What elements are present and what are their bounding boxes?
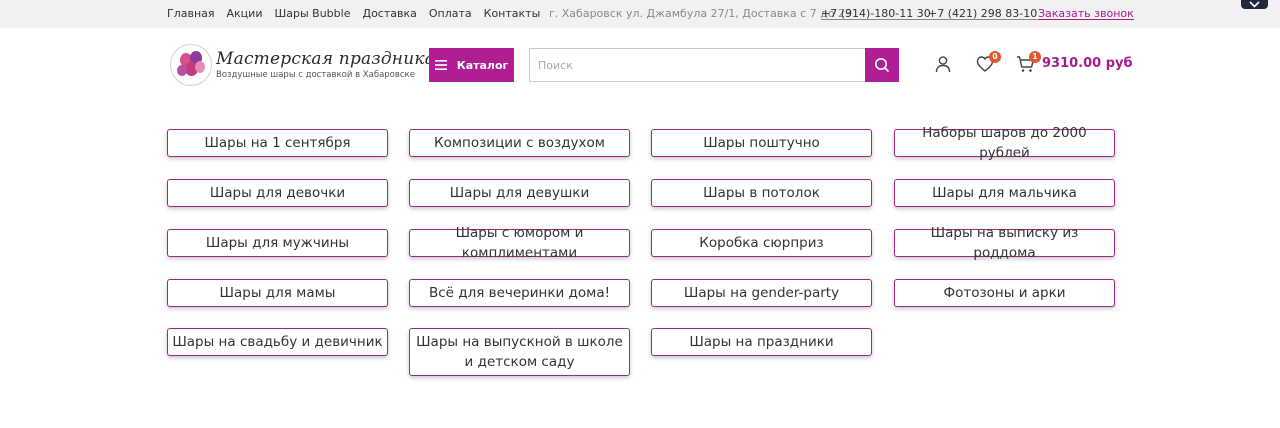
category-button[interactable]: Шары на gender-party: [651, 279, 872, 307]
search-input[interactable]: [529, 48, 866, 82]
category-button[interactable]: Шары на выписку из роддома: [894, 225, 1115, 261]
category-button[interactable]: Наборы шаров до 2000 рублей: [894, 125, 1115, 161]
catalog-button-label: Каталог: [456, 58, 509, 72]
category-button[interactable]: Шары для девочки: [167, 179, 388, 207]
category-button[interactable]: Шары на свадьбу и девичник: [167, 328, 388, 356]
category-button[interactable]: Шары для мальчика: [894, 179, 1115, 207]
favorites-count-badge: 0: [989, 51, 1001, 63]
cart-total[interactable]: 9310.00 руб: [1042, 56, 1133, 71]
top-nav: Главная Акции Шары Bubble Доставка Оплат…: [167, 7, 540, 20]
search-icon: [875, 58, 890, 73]
category-button[interactable]: Шары с юмором и комплиментами: [409, 225, 630, 261]
catalog-button[interactable]: Каталог: [429, 48, 514, 82]
balloons-logo-icon: [170, 44, 212, 86]
nav-link-payment[interactable]: Оплата: [429, 7, 472, 20]
collapse-toggle[interactable]: [1241, 0, 1268, 9]
phone-link-mobile[interactable]: +7 (914)-180-11 30: [821, 7, 931, 20]
user-icon[interactable]: [934, 55, 952, 73]
chevron-down-icon: [1249, 1, 1260, 8]
callback-request-link[interactable]: Заказать звонок: [1038, 7, 1134, 20]
category-button[interactable]: Шары на 1 сентября: [167, 129, 388, 157]
nav-link-contacts[interactable]: Контакты: [484, 7, 541, 20]
top-bar: Главная Акции Шары Bubble Доставка Оплат…: [0, 0, 1280, 28]
nav-link-promotions[interactable]: Акции: [227, 7, 263, 20]
category-button[interactable]: Фотозоны и арки: [894, 279, 1115, 307]
category-button[interactable]: Шары для девушки: [409, 179, 630, 207]
cart-count-badge: 1: [1029, 51, 1041, 63]
logo-title: Мастерская праздника: [216, 49, 436, 69]
category-button[interactable]: Всё для вечеринки дома!: [409, 279, 630, 307]
store-address: г. Хабаровск ул. Джамбула 27/1, Доставка…: [549, 7, 853, 20]
search-button[interactable]: [865, 48, 899, 82]
logo-subtitle: Воздушные шары с доставкой в Хабаровске: [216, 70, 415, 80]
phone-link-landline[interactable]: +7 (421) 298 83-10: [928, 7, 1037, 20]
category-button[interactable]: Шары на праздники: [651, 328, 872, 356]
site-logo[interactable]: Мастерская праздника Воздушные шары с до…: [170, 44, 435, 86]
category-button[interactable]: Шары для мамы: [167, 279, 388, 307]
nav-link-bubble[interactable]: Шары Bubble: [274, 7, 350, 20]
category-button[interactable]: Шары поштучно: [651, 129, 872, 157]
category-button[interactable]: Композиции с воздухом: [409, 129, 630, 157]
category-button[interactable]: Шары для мужчины: [167, 229, 388, 257]
category-button[interactable]: Шары в потолок: [651, 179, 872, 207]
category-button[interactable]: Шары на выпускной в школе и детском саду: [409, 328, 630, 376]
menu-icon: [434, 60, 447, 70]
category-button[interactable]: Коробка сюрприз: [651, 229, 872, 257]
nav-link-home[interactable]: Главная: [167, 7, 215, 20]
nav-link-delivery[interactable]: Доставка: [362, 7, 416, 20]
